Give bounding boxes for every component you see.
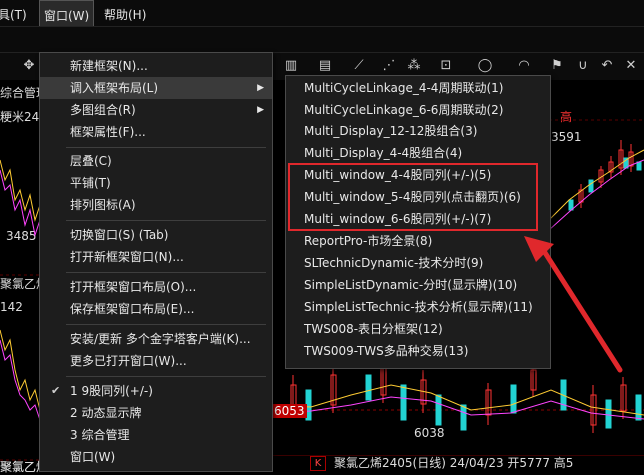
menu-item-label: 框架属性(F)... [70,125,146,139]
menu-item-frame-props[interactable]: 框架属性(F)... [40,121,272,143]
checkmark-icon: ✔ [51,384,61,397]
close-icon[interactable]: ✕ [622,58,640,74]
menu-window[interactable]: 窗口(W) [39,0,95,26]
left-mini-chart [0,159,40,461]
bottom-status-text: 聚氯乙烯2405(日线) 24/04/23 开5777 高5 [334,456,574,470]
line-tool-icon[interactable]: ⟋ [350,58,368,74]
menu-item-load-layout[interactable]: 调入框架布局(L) ▶ [40,77,272,99]
annotation-arrow [524,236,623,373]
submenu-item-12[interactable]: TWS008-表日分框架(12) [304,318,443,340]
submenu-item-8[interactable]: ReportPro-市场全景(8) [304,230,432,252]
menu-separator [66,220,266,221]
chart-value-6053: 6053 [272,404,307,418]
menu-item-window-2[interactable]: 2 动态显示牌 [40,402,272,424]
menu-tools[interactable]: 工具(T) [0,0,31,26]
menu-item-label: 层叠(C) [70,154,112,168]
menu-item-switch-window[interactable]: 切换窗口(S) (Tab) [40,224,272,246]
annotation-highlight-box [288,163,538,231]
submenu-item-2[interactable]: MultiCycleLinkage_6-6周期联动(2) [304,99,503,121]
menu-item-label: 新建框架(N)... [70,59,148,73]
menu-item-label: 窗口(W) [70,450,116,464]
menu-separator [66,324,266,325]
submenu-item-1[interactable]: MultiCycleLinkage_4-4周期联动(1) [304,77,503,99]
menu-item-label: 保存框架窗口布局(E)... [70,302,195,316]
bottom-k-button[interactable]: K [310,456,326,471]
submenu-item-10[interactable]: SimpleListDynamic-分时(显示牌)(10) [304,274,517,296]
menu-item-window-4[interactable]: 窗口(W) [40,446,272,468]
menubar-lower-strip [0,27,644,53]
submenu-item-4[interactable]: Multi_Display_4-4股组合(4) [304,142,462,164]
menubar: 工具(T) 窗口(W) 帮助(H) [0,0,644,27]
submenu-arrow-icon: ▶ [257,105,264,115]
menu-separator [66,376,266,377]
menu-item-label: 打开框架窗口布局(O)... [70,280,197,294]
menu-item-tile[interactable]: 平铺(T) [40,172,272,194]
menu-item-label: 调入框架布局(L) [70,81,159,95]
move-icon[interactable]: ✥ [20,58,38,74]
tab-label[interactable]: 综合管理 [0,84,40,100]
menu-item-label: 多图组合(R) [70,103,136,117]
menu-item-arrange-icons[interactable]: 排列图标(A) [40,194,272,216]
menu-separator [66,272,266,273]
window-menu-dropdown: 新建框架(N)... 调入框架布局(L) ▶ 多图组合(R) ▶ 框架属性(F)..… [39,52,273,472]
menu-item-more-windows[interactable]: 更多已打开窗口(W)... [40,350,272,372]
menu-help[interactable]: 帮助(H) [100,0,150,26]
fan-tool-icon[interactable]: ⋰ [380,58,398,74]
menu-item-cascade[interactable]: 层叠(C) [40,150,272,172]
menu-item-multi-chart[interactable]: 多图组合(R) ▶ [40,99,272,121]
grid-icon[interactable]: ▥ [282,58,300,74]
menu-item-save-layout[interactable]: 保存框架窗口布局(E)... [40,298,272,320]
menu-item-window-3[interactable]: 3 综合管理 [40,424,272,446]
chart-value-6038: 6038 [414,426,445,440]
submenu-item-3[interactable]: Multi_Display_12-12股组合(3) [304,120,477,142]
submenu-item-9[interactable]: SLTechnicDynamic-技术分时(9) [304,252,483,274]
menu-item-label: 排列图标(A) [70,198,136,212]
flag-tool-icon[interactable]: ⚑ [548,58,566,74]
menu-item-label: 更多已打开窗口(W)... [70,354,187,368]
menu-item-label: 切换窗口(S) (Tab) [70,228,169,242]
menu-item-open-new-frame[interactable]: 打开新框架窗口(N)... [40,246,272,268]
bottom-left-label: 聚氯乙烯 [0,460,40,474]
menu-item-label: 打开新框架窗口(N)... [70,250,184,264]
magnet-icon[interactable]: ∪ [574,58,592,74]
menu-item-window-1[interactable]: ✔ 1 9股同列(+/-) [40,380,272,402]
menu-item-label: 安装/更新 多个金字塔客户端(K)... [70,332,251,346]
menu-item-new-frame[interactable]: 新建框架(N)... [40,55,272,77]
menu-item-label: 1 9股同列(+/-) [70,384,153,398]
hatch-icon[interactable]: ▤ [316,58,334,74]
rectangle-tool-icon[interactable]: ⊡ [437,58,455,74]
menu-item-open-layout[interactable]: 打开框架窗口布局(O)... [40,276,272,298]
menu-item-label: 平铺(T) [70,176,111,190]
menu-separator [66,147,266,148]
menu-item-label: 3 综合管理 [70,428,130,442]
arc-tool-icon[interactable]: ◠ [515,58,533,74]
submenu-item-11[interactable]: SimpleListTechnic-技术分析(显示牌)(11) [304,296,533,318]
circle-tool-icon[interactable]: ◯ [476,58,494,74]
menu-item-label: 2 动态显示牌 [70,406,142,420]
submenu-arrow-icon: ▶ [257,83,264,93]
pattern-icon[interactable]: ⁂ [405,58,423,74]
undo-icon[interactable]: ↶ [598,58,616,74]
menu-item-install-update[interactable]: 安装/更新 多个金字塔客户端(K)... [40,328,272,350]
submenu-item-13[interactable]: TWS009-TWS多品种交易(13) [304,340,468,362]
